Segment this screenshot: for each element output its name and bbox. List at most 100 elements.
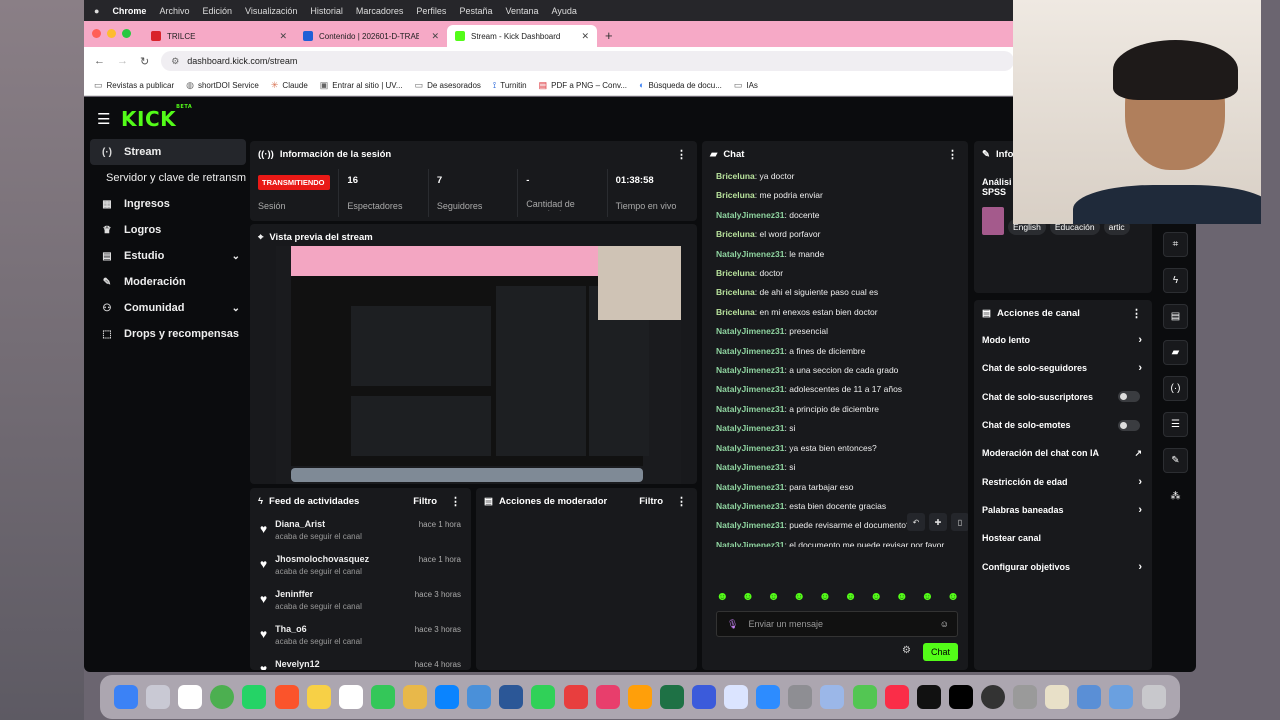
chat-username[interactable]: NatalyJimenez31 <box>716 404 785 414</box>
channel-action-item[interactable]: Restricción de edad › <box>974 467 1152 495</box>
chat-settings-icon[interactable]: ⚙ <box>902 645 911 656</box>
more-options-icon[interactable]: ⋮ <box>1131 307 1142 320</box>
new-tab-icon[interactable]: + <box>597 28 621 47</box>
bookmark-item[interactable]: ▭ Revistas a publicar <box>94 80 174 91</box>
zotero-icon[interactable] <box>595 685 620 709</box>
sidebar-item-moderacion[interactable]: ✎ Moderación <box>90 269 246 295</box>
channel-action-item[interactable]: Chat de solo-emotes <box>974 411 1152 439</box>
chat-username[interactable]: Briceluna <box>716 287 755 297</box>
sidebar-item-ingresos[interactable]: ▦ Ingresos <box>90 191 246 217</box>
whatsapp-icon[interactable] <box>242 685 267 709</box>
chat-username[interactable]: NatalyJimenez31 <box>716 462 785 472</box>
menu-perfiles[interactable]: Perfiles <box>416 6 446 16</box>
emote-icon[interactable]: ☻ <box>767 589 780 603</box>
freeform-icon[interactable] <box>338 685 363 709</box>
chat-input[interactable]: 🎙 Enviar un mensaje ☺ <box>716 611 958 637</box>
channel-action-item[interactable]: Modo lento › <box>974 326 1152 354</box>
emote-icon[interactable]: ☻ <box>921 589 934 603</box>
notes-app-icon[interactable] <box>306 685 331 709</box>
emoji-picker-icon[interactable]: ☺ <box>940 619 949 629</box>
tiktok-icon[interactable] <box>948 685 973 709</box>
app-icon[interactable] <box>820 685 845 709</box>
excel-icon[interactable] <box>659 685 684 709</box>
apple-icon[interactable]: ● <box>94 6 99 16</box>
pin-icon[interactable]: ✚ <box>929 513 947 531</box>
hamburger-menu-icon[interactable]: ☰ <box>97 110 110 128</box>
word-icon[interactable] <box>499 685 524 709</box>
close-tab-icon[interactable]: ✕ <box>279 31 287 42</box>
emote-icon[interactable]: ☻ <box>819 589 832 603</box>
bookmark-item[interactable]: ◐ Búsqueda de docu... <box>639 80 722 90</box>
chat-icon[interactable]: ▰ <box>1163 340 1188 365</box>
more-options-icon[interactable]: ⋮ <box>450 495 461 508</box>
sidebar-item-stream[interactable]: (·) Stream <box>90 139 246 165</box>
wrench-icon[interactable]: ✎ <box>1163 448 1188 473</box>
sidebar-item-logros[interactable]: ♛ Logros <box>90 217 246 243</box>
chrome-icon[interactable] <box>210 685 235 709</box>
address-bar[interactable]: ⚙ dashboard.kick.com/stream <box>161 51 1014 71</box>
chat-username[interactable]: NatalyJimenez31 <box>716 249 785 259</box>
chat-username[interactable]: NatalyJimenez31 <box>716 365 785 375</box>
chat-username[interactable]: NatalyJimenez31 <box>716 501 785 511</box>
emote-icon[interactable]: ☻ <box>870 589 883 603</box>
bolt-icon[interactable]: ϟ <box>1163 268 1188 293</box>
sidebar-item-drops[interactable]: ⬚ Drops y recompensas <box>90 321 246 347</box>
toggle-switch[interactable] <box>1118 419 1140 431</box>
stream-preview-video[interactable] <box>276 246 681 484</box>
reply-icon[interactable]: ↶ <box>907 513 925 531</box>
app-icon[interactable] <box>403 685 428 709</box>
toggle-switch[interactable] <box>1118 391 1140 403</box>
menu-ventana[interactable]: Ventana <box>505 6 538 16</box>
more-options-icon[interactable]: ⋮ <box>676 148 687 161</box>
menu-visualizacion[interactable]: Visualización <box>245 6 297 16</box>
bookmark-item[interactable]: ▣ Entrar al sitio | UV... <box>320 80 403 91</box>
bookmark-item[interactable]: ▭ De asesorados <box>415 80 481 91</box>
settings-icon[interactable] <box>788 685 813 709</box>
chat-username[interactable]: NatalyJimenez31 <box>716 540 785 547</box>
channel-action-item[interactable]: Configurar objetivos › <box>974 552 1152 580</box>
kick-logo[interactable]: KICKBETA <box>121 104 192 131</box>
feed-username[interactable]: Jhosmolochovasquez <box>275 554 369 564</box>
app-icon[interactable] <box>852 685 877 709</box>
reload-icon[interactable]: ↻ <box>140 55 149 68</box>
site-info-icon[interactable]: ⚙ <box>171 56 179 67</box>
close-tab-icon[interactable]: ✕ <box>431 31 439 42</box>
chat-username[interactable]: Briceluna <box>716 190 755 200</box>
emote-icon[interactable]: ☻ <box>947 589 960 603</box>
capcut-icon[interactable] <box>916 685 941 709</box>
channel-action-item[interactable]: Chat de solo-seguidores › <box>974 354 1152 382</box>
bookmark-item[interactable]: ⟟ Turnitin <box>493 80 527 91</box>
emote-icon[interactable]: ☻ <box>895 589 908 603</box>
facetime-icon[interactable] <box>370 685 395 709</box>
channel-action-item[interactable]: Chat de solo-suscriptores <box>974 383 1152 411</box>
chat-username[interactable]: Briceluna <box>716 171 755 181</box>
notes-icon[interactable]: ▤ <box>1163 304 1188 329</box>
feed-username[interactable]: Jeninffer <box>275 589 362 599</box>
bookmark-item[interactable]: ◍ shortDOI Service <box>186 80 259 91</box>
menu-marcadores[interactable]: Marcadores <box>356 6 404 16</box>
delete-icon[interactable]: ▯ <box>951 513 968 531</box>
sidebar-item-servidor[interactable]: Servidor y clave de retransm <box>90 165 250 191</box>
emote-icon[interactable]: ☻ <box>742 589 755 603</box>
list-icon[interactable]: ☰ <box>1163 412 1188 437</box>
feed-username[interactable]: Tha_o6 <box>275 624 362 634</box>
bookmark-item[interactable]: ✳ Claude <box>271 80 308 91</box>
sidebar-item-estudio[interactable]: ▤ Estudio ⌄ <box>90 243 246 269</box>
menu-ayuda[interactable]: Ayuda <box>552 6 577 16</box>
downloads-icon[interactable] <box>1109 685 1134 709</box>
zoom-icon[interactable] <box>756 685 781 709</box>
more-options-icon[interactable]: ⋮ <box>676 495 687 508</box>
chat-username[interactable]: NatalyJimenez31 <box>716 346 785 356</box>
brave-icon[interactable] <box>274 685 299 709</box>
back-icon[interactable]: ← <box>94 55 105 67</box>
music-icon[interactable] <box>884 685 909 709</box>
more-options-icon[interactable]: ⋮ <box>947 148 958 161</box>
feed-username[interactable]: Nevelyn12 <box>275 659 320 669</box>
app-icon[interactable] <box>1045 685 1070 709</box>
menu-chrome[interactable]: Chrome <box>112 6 146 16</box>
finder-icon[interactable] <box>114 685 139 709</box>
tab-trilce[interactable]: TRILCE ✕ <box>143 25 295 47</box>
menu-historial[interactable]: Historial <box>310 6 343 16</box>
chat-username[interactable]: NatalyJimenez31 <box>716 326 785 336</box>
obs-icon[interactable] <box>981 685 1005 709</box>
